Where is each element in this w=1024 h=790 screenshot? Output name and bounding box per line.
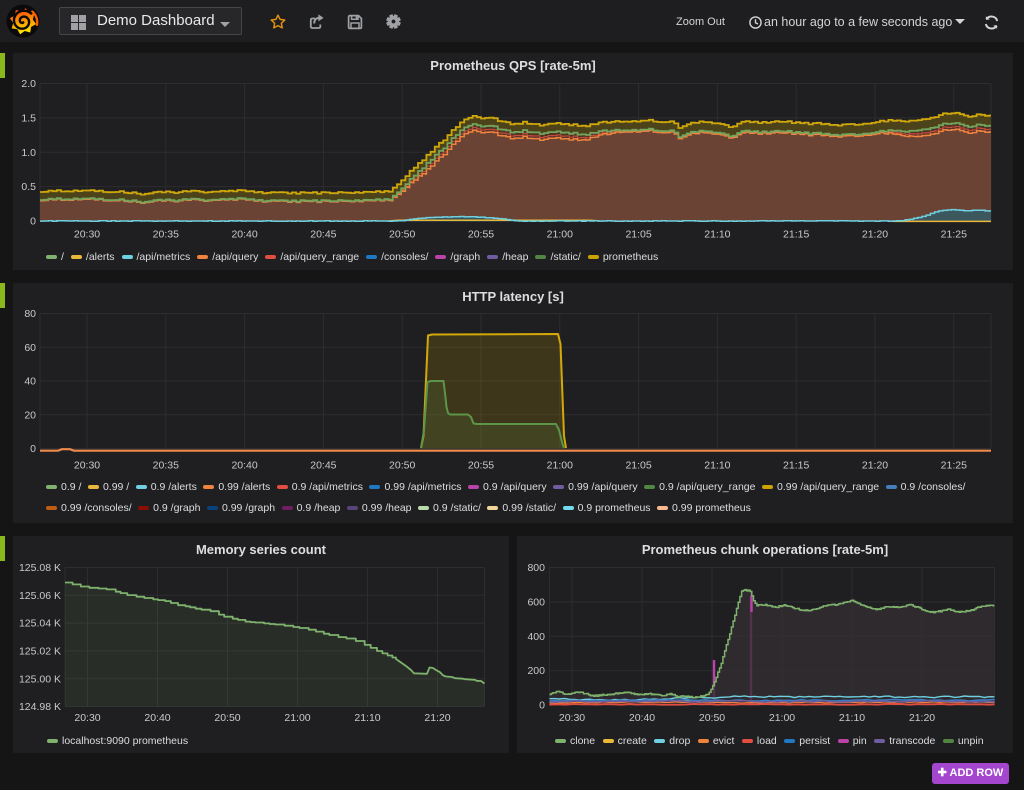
- svg-text:21:20: 21:20: [424, 712, 450, 724]
- svg-text:20:35: 20:35: [153, 229, 179, 241]
- svg-text:1.0: 1.0: [21, 147, 36, 159]
- svg-text:125.06 K: 125.06 K: [19, 590, 61, 602]
- svg-text:21:15: 21:15: [783, 460, 809, 472]
- svg-text:21:05: 21:05: [625, 460, 651, 472]
- svg-text:0: 0: [30, 216, 36, 228]
- svg-text:21:00: 21:00: [547, 229, 573, 241]
- svg-text:2.0: 2.0: [21, 78, 36, 90]
- svg-text:40: 40: [24, 376, 36, 388]
- svg-text:21:00: 21:00: [284, 712, 310, 724]
- svg-text:20:30: 20:30: [74, 229, 100, 241]
- svg-text:0.5: 0.5: [21, 181, 36, 193]
- svg-text:124.98 K: 124.98 K: [19, 701, 61, 713]
- svg-text:20:55: 20:55: [468, 229, 494, 241]
- svg-text:21:20: 21:20: [909, 712, 935, 724]
- svg-text:21:10: 21:10: [839, 712, 865, 724]
- svg-text:125.08 K: 125.08 K: [19, 562, 61, 574]
- svg-text:400: 400: [527, 631, 545, 643]
- svg-text:1.5: 1.5: [21, 113, 36, 125]
- svg-text:0: 0: [539, 700, 545, 712]
- svg-text:20:40: 20:40: [231, 460, 257, 472]
- svg-text:125.00 K: 125.00 K: [19, 673, 61, 685]
- svg-text:21:05: 21:05: [625, 229, 651, 241]
- svg-text:20: 20: [24, 409, 36, 421]
- svg-text:80: 80: [24, 308, 36, 320]
- svg-text:20:30: 20:30: [559, 712, 585, 724]
- svg-text:21:20: 21:20: [862, 229, 888, 241]
- svg-text:21:10: 21:10: [354, 712, 380, 724]
- svg-text:800: 800: [527, 562, 545, 574]
- svg-text:21:25: 21:25: [941, 229, 967, 241]
- svg-text:21:20: 21:20: [862, 460, 888, 472]
- svg-text:20:30: 20:30: [74, 460, 100, 472]
- svg-text:21:00: 21:00: [547, 460, 573, 472]
- svg-text:0: 0: [30, 443, 36, 455]
- svg-text:20:35: 20:35: [153, 460, 179, 472]
- svg-text:20:40: 20:40: [231, 229, 257, 241]
- svg-text:20:40: 20:40: [144, 712, 170, 724]
- svg-text:60: 60: [24, 342, 36, 354]
- svg-text:20:45: 20:45: [310, 229, 336, 241]
- svg-text:20:55: 20:55: [468, 460, 494, 472]
- svg-text:125.02 K: 125.02 K: [19, 646, 61, 658]
- svg-text:125.04 K: 125.04 K: [19, 618, 61, 630]
- svg-text:20:50: 20:50: [389, 460, 415, 472]
- svg-text:21:10: 21:10: [704, 460, 730, 472]
- svg-text:600: 600: [527, 597, 545, 609]
- svg-text:20:50: 20:50: [389, 229, 415, 241]
- svg-text:20:50: 20:50: [699, 712, 725, 724]
- svg-text:21:10: 21:10: [704, 229, 730, 241]
- svg-text:20:50: 20:50: [214, 712, 240, 724]
- svg-text:20:45: 20:45: [310, 460, 336, 472]
- svg-text:20:40: 20:40: [629, 712, 655, 724]
- svg-text:21:00: 21:00: [769, 712, 795, 724]
- svg-text:20:30: 20:30: [74, 712, 100, 724]
- svg-text:200: 200: [527, 665, 545, 677]
- svg-text:21:15: 21:15: [783, 229, 809, 241]
- svg-text:21:25: 21:25: [941, 460, 967, 472]
